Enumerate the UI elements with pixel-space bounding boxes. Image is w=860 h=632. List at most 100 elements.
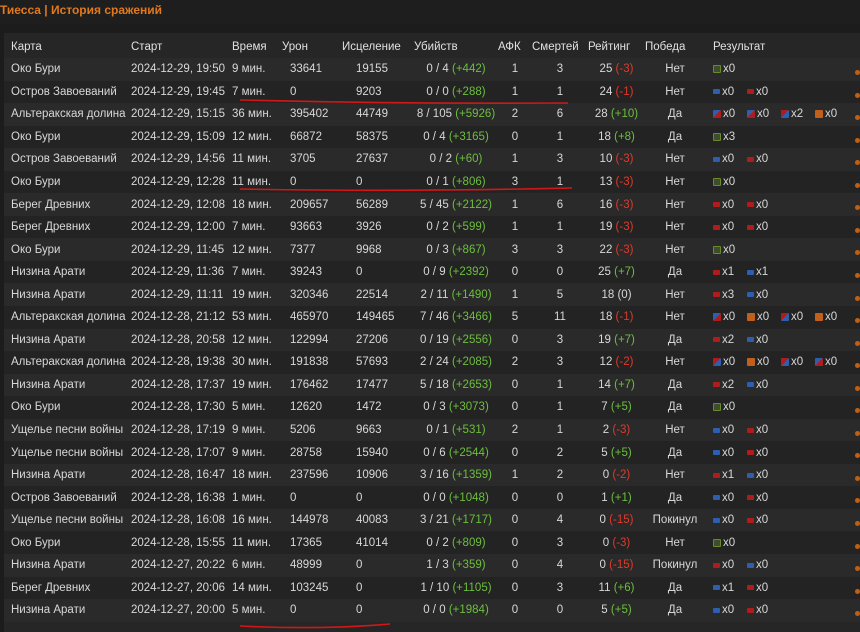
result-tokens: x0 (705, 176, 860, 188)
cell-rating: 1 (+1) (588, 486, 645, 509)
result-token: x0 (747, 559, 781, 571)
table-row[interactable]: Око Бури 2024-12-29, 12:28 11 мин. 0 0 0 / 1 … (4, 170, 860, 194)
table-row[interactable]: Око Бури 2024-12-28, 15:55 11 мин. 17365 410… (4, 531, 860, 555)
rating-delta: (+8) (614, 130, 635, 143)
result-token: x0 (713, 63, 747, 75)
header-rating[interactable]: Рейтинг (588, 36, 645, 58)
result-token: x0 (713, 492, 747, 504)
table-row[interactable]: Низина Арати 2024-12-27, 20:22 6 мин. 48999… (4, 554, 860, 577)
token-count: x0 (825, 356, 838, 369)
table-row[interactable]: Остров Завоеваний 2024-12-29, 19:45 7 мин.… (4, 80, 860, 104)
table-row[interactable]: Низина Арати 2024-12-29, 11:36 7 мин. 39243… (4, 260, 860, 284)
rating-delta: (-3) (612, 536, 631, 549)
rating-value: 5 (601, 604, 608, 617)
rating-delta: (+10) (610, 108, 639, 121)
table-row[interactable]: Око Бури 2024-12-29, 15:09 12 мин. 66872 583… (4, 125, 860, 149)
result-token: x1 (713, 469, 747, 481)
cell-kills: 0 / 1 (+806) (414, 170, 498, 194)
red-token-icon (747, 517, 754, 523)
cell-map: Око Бури (4, 396, 131, 419)
header-map[interactable]: Карта (4, 36, 131, 58)
cell-rating: 10 (-3) (588, 148, 645, 171)
cell-rating: 24 (-1) (588, 80, 645, 104)
cell-kills: 0 / 3 (+867) (414, 238, 498, 261)
cell-map: Око Бури (4, 238, 131, 261)
rating-value: 25 (598, 266, 611, 279)
header-damage[interactable]: Урон (282, 36, 342, 58)
mix2-token-icon (781, 313, 789, 322)
result-tokens: x0 x0 (705, 221, 860, 233)
rating-value: 18 (598, 130, 611, 143)
rating-value: 1 (601, 491, 608, 504)
cell-result: x0 (705, 396, 860, 419)
mix2-token-icon (781, 110, 789, 119)
table-row[interactable]: Берег Древних 2024-12-29, 12:08 18 мин. 209… (4, 193, 860, 216)
table-row[interactable]: Око Бури 2024-12-29, 19:50 9 мин. 33641 1915… (4, 58, 860, 81)
cell-map: Низина Арати (4, 554, 131, 577)
table-row[interactable]: Низина Арати 2024-12-29, 11:11 19 мин. 3203… (4, 283, 860, 307)
table-row[interactable]: Остров Завоеваний 2024-12-29, 14:56 11 мин… (4, 148, 860, 171)
cell-result: x0 (705, 531, 860, 555)
token-count: x0 (756, 424, 769, 437)
cell-kills: 8 / 105 (+5926) (414, 103, 498, 126)
table-row[interactable]: Низина Арати 2024-12-27, 20:00 5 мин. 0 0 0 /… (4, 599, 860, 622)
blue-token-icon (713, 89, 720, 95)
cell-map: Альтеракская долина (4, 103, 131, 126)
cell-result: x0 (705, 238, 860, 261)
table-row[interactable]: Берег Древних 2024-12-29, 12:00 7 мин. 9366… (4, 215, 860, 239)
table-row[interactable]: Берег Древних 2024-12-27, 20:06 14 мин. 103… (4, 576, 860, 600)
result-token: x0 (747, 334, 781, 346)
rating-value: 0 (599, 514, 606, 527)
table-row[interactable]: Низина Арати 2024-12-28, 17:37 19 мин. 1764… (4, 373, 860, 397)
battle-history-table: Карта Старт Время Урон Исцеление Убийств… (4, 36, 860, 622)
header-deaths[interactable]: Смертей (532, 36, 588, 58)
rating-delta: (+6) (613, 581, 635, 594)
result-tokens: x1 x0 (705, 582, 860, 594)
header-result[interactable]: Результат (705, 36, 860, 58)
rating-value: 0 (602, 536, 610, 549)
header-win[interactable]: Победа (645, 36, 705, 58)
cell-kills: 0 / 0 (+288) (414, 80, 498, 104)
header-heal[interactable]: Исцеление (342, 36, 414, 58)
header-start[interactable]: Старт (131, 36, 232, 58)
cell-win: Да (645, 260, 705, 284)
rating-delta: (-2) (612, 469, 631, 482)
cell-heal: 3926 (342, 215, 414, 239)
mix-token-icon (815, 358, 823, 367)
table-row[interactable]: Альтеракская долина 2024-12-29, 15:15 36 м… (4, 103, 860, 126)
result-tokens: x0 x0 (705, 514, 860, 526)
token-count: x0 (756, 85, 769, 98)
or-token-icon (815, 110, 823, 119)
cell-kills: 5 / 18 (+2653) (414, 373, 498, 397)
cell-time: 5 мин. (232, 599, 282, 622)
red-token-icon (713, 224, 720, 230)
rating-value: 25 (599, 63, 613, 76)
table-row[interactable]: Низина Арати 2024-12-28, 20:58 12 мин. 1229… (4, 328, 860, 352)
table-row[interactable]: Остров Завоеваний 2024-12-28, 16:38 1 мин.… (4, 486, 860, 509)
token-count: x3 (722, 288, 735, 301)
table-row[interactable]: Ущелье песни войны 2024-12-28, 16:08 16 ми… (4, 508, 860, 532)
table-row[interactable]: Ущелье песни войны 2024-12-28, 17:07 9 мин… (4, 441, 860, 464)
table-row[interactable]: Око Бури 2024-12-28, 17:30 5 мин. 12620 1472… (4, 396, 860, 419)
header-time[interactable]: Время (232, 36, 282, 58)
kills-delta: (+5926) (455, 108, 496, 121)
table-row[interactable]: Низина Арати 2024-12-28, 16:47 18 мин. 2375… (4, 463, 860, 487)
header-afk[interactable]: АФК (498, 36, 532, 58)
table-row[interactable]: Око Бури 2024-12-29, 11:45 12 мин. 7377 9968… (4, 238, 860, 261)
table-row[interactable]: Альтеракская долина 2024-12-28, 21:12 53 м… (4, 306, 860, 329)
header-kills[interactable]: Убийств (414, 36, 498, 58)
token-count: x0 (756, 333, 769, 346)
kills-delta: (+1359) (452, 469, 492, 482)
token-count: x0 (756, 469, 769, 482)
cell-time: 36 мин. (232, 103, 282, 126)
table-row[interactable]: Ущелье песни войны 2024-12-28, 17:19 9 мин… (4, 418, 860, 442)
result-tokens: x0 (705, 537, 860, 549)
blue-token-icon (713, 450, 720, 456)
token-count: x0 (756, 514, 769, 527)
cell-start: 2024-12-29, 12:28 (131, 170, 232, 194)
cell-start: 2024-12-28, 19:38 (131, 351, 232, 374)
cell-damage: 7377 (282, 238, 342, 261)
table-row[interactable]: Альтеракская долина 2024-12-28, 19:38 30 м… (4, 351, 860, 374)
result-tokens: x0 x0 x0 x0 (705, 311, 860, 323)
rating-delta: (-1) (615, 85, 634, 98)
